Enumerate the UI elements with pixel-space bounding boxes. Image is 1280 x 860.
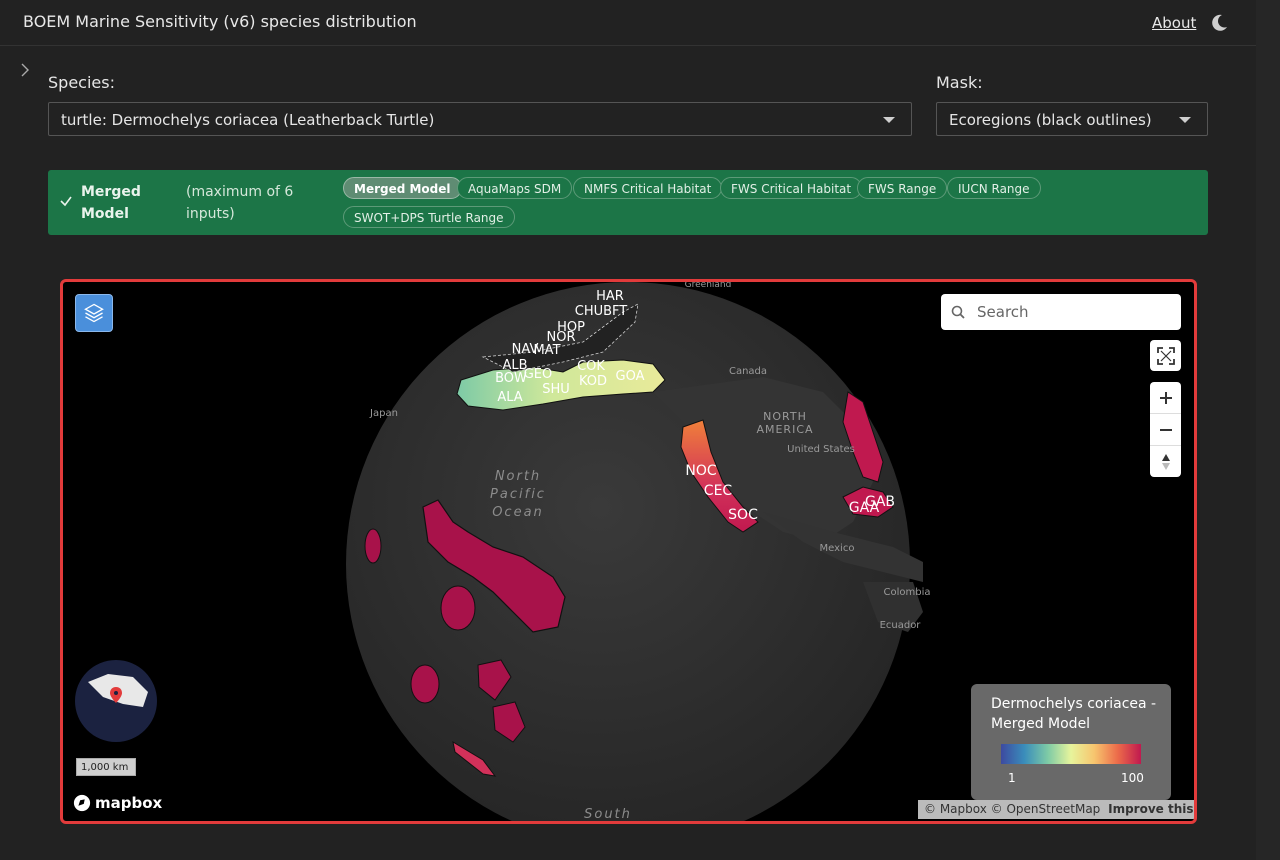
layers-button[interactable]	[75, 294, 113, 332]
zoom-controls	[1150, 382, 1181, 477]
legend-color-ramp	[1001, 744, 1141, 764]
moon-icon[interactable]	[1209, 13, 1229, 33]
chevron-right-icon[interactable]	[16, 60, 34, 80]
label-bow: BOW	[495, 371, 527, 386]
species-select-value: turtle: Dermochelys coriacea (Leatherbac…	[61, 111, 435, 129]
place-canada: Canada	[729, 366, 767, 377]
mask-select[interactable]: Ecoregions (black outlines)	[936, 102, 1208, 136]
fullscreen-control	[1150, 340, 1181, 371]
place-ecuador: Ecuador	[880, 620, 922, 631]
selected-model-title: Merged Model	[81, 184, 141, 222]
chip-fws-range[interactable]: FWS Range	[857, 177, 948, 199]
mapbox-logo[interactable]: mapbox	[73, 792, 162, 814]
mask-select-value: Ecoregions (black outlines)	[949, 111, 1152, 129]
improve-map-link[interactable]: Improve this map	[1108, 802, 1194, 816]
plus-icon	[1159, 391, 1172, 404]
model-note: (maximum of 6 inputs)	[186, 184, 294, 222]
label-mat: MAT	[533, 343, 560, 358]
search-icon	[951, 305, 965, 319]
zoom-in-button[interactable]	[1150, 382, 1181, 413]
map-legend: Dermochelys coriacea - Merged Model 1 10…	[971, 684, 1171, 800]
search-input[interactable]	[975, 302, 1169, 322]
minus-icon	[1159, 428, 1172, 431]
ecoregion-island-1	[364, 528, 382, 564]
label-goa: GOA	[616, 369, 645, 384]
attribution-text[interactable]: © Mapbox © OpenStreetMap	[924, 802, 1100, 816]
zoom-out-button[interactable]	[1150, 413, 1181, 445]
mapbox-logo-icon	[73, 794, 91, 812]
mapbox-wordmark: mapbox	[95, 794, 163, 812]
place-north: NORTH	[763, 410, 807, 423]
map-container[interactable]: HAR CHUBFT HOP NOR NAV MAT ALB GEO BOW S…	[60, 279, 1197, 824]
place-japan: Japan	[369, 408, 398, 419]
app-title: BOEM Marine Sensitivity (v6) species dis…	[23, 12, 417, 31]
legend-max-label: 100	[1121, 771, 1144, 785]
ocean-label-south: South	[584, 807, 632, 821]
ocean-label-north: North	[495, 469, 541, 484]
label-noc: NOC	[685, 463, 716, 479]
place-mexico: Mexico	[820, 543, 855, 554]
model-selector: Merged Model (maximum of 6 inputs) Merge…	[48, 170, 1208, 235]
chevron-down-icon	[1179, 117, 1191, 123]
ocean-label-pacific: Pacific	[490, 487, 546, 502]
legend-min-label: 1	[1008, 771, 1016, 785]
label-gaa: GAA	[849, 500, 880, 516]
place-america: AMERICA	[756, 423, 813, 436]
compass-button[interactable]	[1150, 445, 1181, 477]
place-united-states: United States	[787, 444, 855, 455]
label-kod: KOD	[579, 374, 607, 389]
chip-aquamaps-sdm[interactable]: AquaMaps SDM	[457, 177, 573, 199]
compass-icon	[1161, 453, 1170, 470]
fullscreen-icon	[1156, 346, 1175, 365]
label-har: HAR	[596, 289, 624, 304]
chip-nmfs-critical-habitat[interactable]: NMFS Critical Habitat	[573, 177, 723, 199]
map-scale-bar: 1,000 km	[76, 758, 136, 776]
label-shu: SHU	[542, 382, 570, 397]
chip-fws-critical-habitat[interactable]: FWS Critical Habitat	[720, 177, 863, 199]
about-link[interactable]: About	[1152, 14, 1196, 32]
layers-icon	[84, 303, 104, 323]
label-chubft: CHUBFT	[575, 304, 628, 319]
chevron-down-icon	[883, 117, 895, 123]
check-icon	[60, 196, 72, 207]
chip-iucn-range[interactable]: IUCN Range	[947, 177, 1041, 199]
page-scrollbar[interactable]	[1256, 0, 1280, 860]
place-greenland: Greenland	[685, 282, 732, 290]
map-attribution: © Mapbox © OpenStreetMap Improve this ma…	[918, 800, 1194, 819]
minimap[interactable]	[75, 660, 157, 742]
legend-title: Dermochelys coriacea - Merged Model	[991, 696, 1157, 732]
label-cec: CEC	[704, 483, 733, 499]
label-ala: ALA	[497, 390, 522, 405]
species-select[interactable]: turtle: Dermochelys coriacea (Leatherbac…	[48, 102, 912, 136]
ocean-label-ocean: Ocean	[492, 505, 544, 520]
chip-merged-model[interactable]: Merged Model	[343, 177, 462, 199]
place-colombia: Colombia	[884, 587, 931, 598]
label-soc: SOC	[728, 507, 758, 523]
fullscreen-button[interactable]	[1150, 340, 1181, 371]
top-bar: BOEM Marine Sensitivity (v6) species dis…	[0, 0, 1256, 46]
label-geo: GEO	[524, 367, 553, 382]
species-label: Species:	[48, 73, 115, 92]
label-cok: COK	[577, 359, 605, 374]
map-search[interactable]	[941, 294, 1181, 330]
mask-label: Mask:	[936, 73, 983, 92]
ecoregion-island-3	[410, 664, 440, 704]
chip-swot-dps-turtle-range[interactable]: SWOT+DPS Turtle Range	[343, 206, 515, 228]
ecoregion-island-2	[440, 585, 476, 631]
